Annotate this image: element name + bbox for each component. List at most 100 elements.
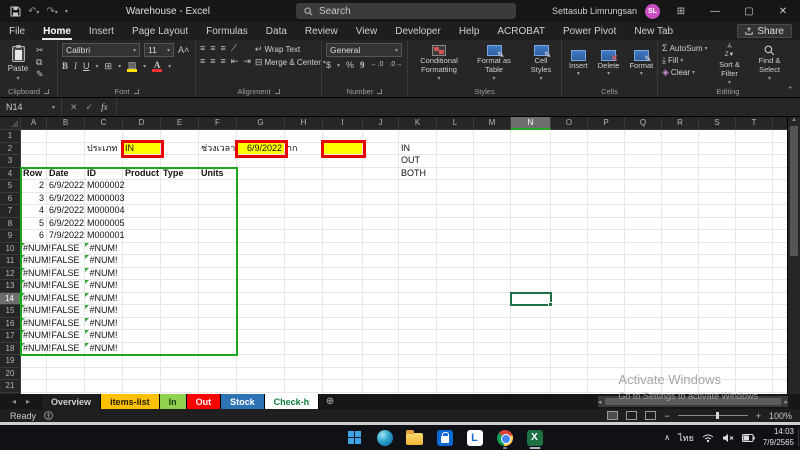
cell-O1[interactable] [551,130,588,143]
cell-C14[interactable]: #NUM! [85,293,123,306]
column-header-T[interactable]: T [736,117,773,130]
cell-A2[interactable] [21,143,47,156]
enter-icon[interactable]: ✓ [86,102,94,113]
cell-S2[interactable] [699,143,736,156]
cell-J6[interactable] [363,193,399,206]
cell-O3[interactable] [551,155,588,168]
cell-R3[interactable] [662,155,699,168]
row-header-10[interactable]: 10 [0,243,21,256]
format-as-table-button[interactable]: Format as Table▾ [470,43,518,85]
cell-B12[interactable]: FALSE [47,268,85,281]
row-header-14[interactable]: 14 [0,293,21,306]
cell-F3[interactable] [199,155,237,168]
cell-P16[interactable] [588,318,625,331]
cell-M5[interactable] [474,180,511,193]
cell-A18[interactable]: #NUM! [21,343,47,356]
increase-decimal-icon[interactable]: ←.0 [371,60,384,70]
cell-G14[interactable] [237,293,285,306]
cell-A6[interactable]: 3 [21,193,47,206]
cell-M15[interactable] [474,305,511,318]
cell-G5[interactable] [237,180,285,193]
cell-A12[interactable]: #NUM! [21,268,47,281]
cell-B4[interactable]: Date [47,168,85,181]
cell-D5[interactable] [123,180,161,193]
italic-button[interactable]: I [74,61,77,71]
cell-C7[interactable]: M000004 [85,205,123,218]
cell-A8[interactable]: 5 [21,218,47,231]
cell-E20[interactable] [161,368,199,381]
cell-K7[interactable] [399,205,437,218]
cell-J2[interactable] [363,143,399,156]
copy-icon[interactable]: ⧉ [36,57,44,67]
cell-P7[interactable] [588,205,625,218]
row-header-3[interactable]: 3 [0,155,21,168]
cell-E8[interactable] [161,218,199,231]
ribbon-tab-review[interactable]: Review [296,22,347,40]
cell-A19[interactable] [21,355,47,368]
cell-A7[interactable]: 4 [21,205,47,218]
cell-G3[interactable] [237,155,285,168]
cell-R2[interactable] [662,143,699,156]
taskbar-excel[interactable]: X [524,427,545,448]
cell-L19[interactable] [437,355,474,368]
align-bottom-icon[interactable]: ≡ [221,43,226,53]
tray-chevron-icon[interactable]: ∧ [664,433,670,442]
column-header-I[interactable]: I [323,117,363,130]
cell-H9[interactable] [285,230,323,243]
zoom-out-icon[interactable]: − [664,411,669,421]
cell-N16[interactable] [511,318,551,331]
cell-R13[interactable] [662,280,699,293]
cell-F14[interactable] [199,293,237,306]
cell-J9[interactable] [363,230,399,243]
fill-color-icon[interactable]: ▨ [127,60,137,72]
cell-T18[interactable] [736,343,773,356]
cell-A21[interactable] [21,380,47,393]
next-sheet-icon[interactable]: ▸ [26,397,30,406]
cell-I13[interactable] [323,280,363,293]
cell-T16[interactable] [736,318,773,331]
row-header-13[interactable]: 13 [0,280,21,293]
new-sheet-button[interactable]: ⊕ [319,394,341,409]
cell-J4[interactable] [363,168,399,181]
alignment-dialog-launcher[interactable] [275,89,280,94]
cell-K6[interactable] [399,193,437,206]
cell-G2[interactable]: 6/9/2022 [237,143,285,156]
cell-A4[interactable]: Row [21,168,47,181]
zoom-slider[interactable] [678,415,748,416]
sort-filter-button[interactable]: AZ▼ Sort & Filter▾ [712,43,748,85]
cell-K15[interactable] [399,305,437,318]
cell-G21[interactable] [237,380,285,393]
cell-T21[interactable] [736,380,773,393]
cell-J20[interactable] [363,368,399,381]
cell-P15[interactable] [588,305,625,318]
cell-S21[interactable] [699,380,736,393]
cell-L14[interactable] [437,293,474,306]
cell-T15[interactable] [736,305,773,318]
cell-Q4[interactable] [625,168,662,181]
row-header-20[interactable]: 20 [0,368,21,381]
cell-L4[interactable] [437,168,474,181]
cell-E11[interactable] [161,255,199,268]
row-header-18[interactable]: 18 [0,343,21,356]
cell-T9[interactable] [736,230,773,243]
clear-button[interactable]: ◈Clear▾ [662,67,708,77]
customize-quick-access-icon[interactable]: ▾ [65,8,68,15]
row-header-19[interactable]: 19 [0,355,21,368]
cell-K11[interactable] [399,255,437,268]
cell-T1[interactable] [736,130,773,143]
cell-N19[interactable] [511,355,551,368]
cell-I21[interactable] [323,380,363,393]
increase-indent-icon[interactable]: ⇥ [243,56,251,66]
fill-button[interactable]: ⤓Fill▾ [662,55,708,65]
cell-J17[interactable] [363,330,399,343]
cell-J8[interactable] [363,218,399,231]
cell-Q15[interactable] [625,305,662,318]
cell-F20[interactable] [199,368,237,381]
language-indicator[interactable]: ไทย [678,431,694,445]
cell-J21[interactable] [363,380,399,393]
cell-H11[interactable] [285,255,323,268]
column-header-D[interactable]: D [123,117,161,130]
cell-N13[interactable] [511,280,551,293]
cell-E15[interactable] [161,305,199,318]
cell-O9[interactable] [551,230,588,243]
